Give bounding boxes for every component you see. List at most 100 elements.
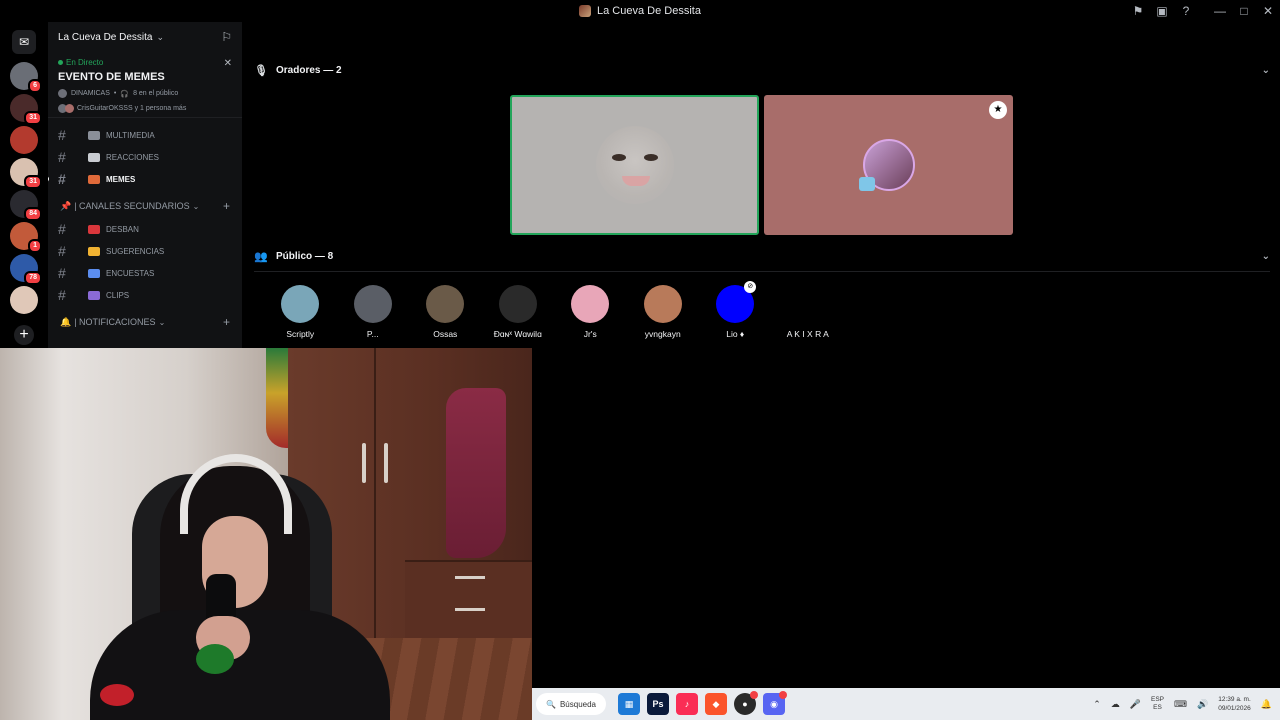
notification-bell-icon[interactable]: 🔔: [1261, 699, 1272, 710]
avatar: [426, 285, 465, 323]
unread-badge: 31: [24, 175, 42, 189]
channel-name: CLIPS: [106, 290, 130, 300]
photoshop-icon[interactable]: Ps: [647, 693, 669, 715]
speaker-tile[interactable]: [510, 95, 759, 235]
channel-item[interactable]: # REACCIONES: [48, 146, 242, 168]
channel-emoji-icon: [88, 174, 100, 184]
hash-icon: #: [58, 127, 66, 143]
member-name: Đɑɴˣ Wɑwilɑ: [493, 329, 542, 339]
music-icon[interactable]: ♪: [676, 693, 698, 715]
channel-name: MULTIMEDIA: [106, 130, 155, 140]
chevron-down-icon[interactable]: ⌄: [1262, 251, 1270, 262]
search-button[interactable]: 🔍 Búsqueda: [536, 693, 606, 715]
channel-item[interactable]: # DESBAN: [48, 218, 242, 240]
audience-list: Scriptly P... Ossas Đɑɴˣ Wɑwilɑ Jr's yvngkayn…: [264, 281, 845, 339]
channel-item[interactable]: # CLIPS: [48, 284, 242, 306]
microphone-icon: 🎙: [254, 64, 268, 77]
pin-icon: 📌: [60, 200, 72, 211]
people-icon: 👥: [254, 250, 268, 263]
server-icon[interactable]: 31: [10, 158, 42, 189]
microphone-icon[interactable]: 🎤: [1130, 699, 1141, 710]
direct-messages-icon[interactable]: ✉: [12, 30, 36, 54]
audience-header[interactable]: 👥 Público — 8 ⌄: [254, 246, 1270, 266]
webcam-overlay: [0, 348, 532, 720]
server-icon[interactable]: 6: [10, 62, 42, 93]
category-notifications[interactable]: 🔔 | NOTIFICACIONES ⌄ +: [48, 310, 242, 334]
bell-icon: 🔔: [60, 316, 72, 327]
add-channel-icon[interactable]: +: [223, 315, 230, 329]
close-icon[interactable]: ✕: [1256, 4, 1280, 18]
hash-icon: #: [58, 149, 66, 165]
channel-emoji-icon: [88, 224, 100, 234]
channel-emoji-icon: [88, 246, 100, 256]
event-attendees: CrisGuitarOKSSS y 1 persona más: [58, 104, 232, 113]
member-name: P...: [366, 329, 379, 339]
audience-member[interactable]: ⊘ Lio ♦: [699, 281, 772, 339]
server-rail: ✉ 6 31 31 84 1 78 +: [0, 22, 48, 348]
file-explorer-icon[interactable]: ▦: [618, 693, 640, 715]
add-channel-icon[interactable]: +: [223, 199, 230, 213]
volume-icon[interactable]: 🔊: [1197, 699, 1208, 710]
hash-icon: #: [58, 171, 66, 187]
server-icon[interactable]: 84: [10, 190, 42, 221]
audience-member[interactable]: P...: [337, 285, 410, 339]
member-name: Jr's: [583, 329, 597, 339]
clock[interactable]: 12:39 a. m. 09/01/2026: [1218, 695, 1251, 713]
server-header[interactable]: La Cueva De Dessita ⌄ ⚐: [48, 22, 242, 52]
audience-member[interactable]: A K I X R A: [772, 285, 845, 339]
audience-member[interactable]: Ossas: [409, 285, 482, 339]
unread-badge: 78: [24, 271, 42, 285]
member-name: yvngkayn: [644, 329, 681, 339]
audience-member[interactable]: Đɑɴˣ Wɑwilɑ: [482, 285, 555, 339]
inbox-icon[interactable]: ⚑: [1126, 4, 1150, 18]
network-icon[interactable]: ⌨: [1174, 699, 1187, 710]
channel-item[interactable]: # SUGERENCIAS: [48, 240, 242, 262]
audience-member[interactable]: Scriptly: [264, 285, 337, 339]
screen-icon[interactable]: ▣: [1150, 4, 1174, 18]
hash-icon: #: [58, 221, 66, 237]
cup-icon: [858, 177, 875, 191]
help-icon[interactable]: ?: [1174, 4, 1198, 18]
audience-member[interactable]: Jr's: [554, 285, 627, 339]
moderator-icon: ★: [989, 101, 1007, 119]
obs-icon[interactable]: ●: [734, 691, 758, 715]
stage-icon: [58, 89, 67, 98]
cloud-icon[interactable]: ☁: [1111, 699, 1120, 710]
live-event-card[interactable]: En Directo EVENTO DE MEMES ✕ DINAMICAS •…: [48, 52, 242, 118]
channel-item[interactable]: # ENCUESTAS: [48, 262, 242, 284]
maximize-icon[interactable]: □: [1232, 4, 1256, 18]
add-server-button[interactable]: +: [14, 325, 34, 345]
avatar: [595, 126, 674, 204]
language-indicator[interactable]: ESP ES: [1151, 696, 1164, 712]
server-icon[interactable]: 1: [10, 222, 42, 253]
title-bar: La Cueva De Dessita ⚑ ▣ ? — □ ✕: [0, 0, 1280, 22]
speaker-tile[interactable]: ★: [764, 95, 1013, 235]
server-icon[interactable]: 31: [10, 94, 42, 125]
member-name: A K I X R A: [786, 329, 829, 339]
chevron-down-icon[interactable]: ⌄: [1262, 65, 1270, 76]
server-icon[interactable]: [10, 286, 38, 314]
channel-item[interactable]: # MEMES: [48, 168, 242, 190]
window-title: La Cueva De Dessita: [597, 5, 701, 17]
unread-badge: 31: [24, 111, 42, 125]
audience-member[interactable]: yvngkayn: [627, 285, 700, 339]
discord-icon[interactable]: ◉: [763, 691, 787, 715]
channel-emoji-icon: [88, 130, 100, 140]
server-icon[interactable]: [10, 126, 38, 154]
close-icon[interactable]: ✕: [224, 58, 232, 69]
channel-item[interactable]: # MULTIMEDIA: [48, 124, 242, 146]
unread-badge: 84: [24, 207, 42, 221]
avatar: [643, 285, 682, 323]
category-secondary[interactable]: 📌 | CANALES SECUNDARIOS ⌄ +: [48, 194, 242, 218]
hash-icon: #: [58, 265, 66, 281]
avatar: [858, 139, 915, 191]
member-name: Lio ♦: [726, 329, 745, 339]
minimize-icon[interactable]: —: [1208, 4, 1232, 18]
channel-name: ENCUESTAS: [106, 268, 155, 278]
server-icon[interactable]: 78: [10, 254, 42, 285]
taskbar: 🔍 Búsqueda ▦ Ps ♪ ◆ ● ◉ ⌃ ☁ 🎤 ESP ES ⌨ 🔊…: [532, 688, 1280, 720]
brave-browser-icon[interactable]: ◆: [705, 693, 727, 715]
speakers-header[interactable]: 🎙 Oradores — 2 ⌄: [254, 60, 1270, 80]
invite-icon[interactable]: ⚐: [221, 30, 232, 44]
chevron-up-icon[interactable]: ⌃: [1093, 699, 1101, 710]
